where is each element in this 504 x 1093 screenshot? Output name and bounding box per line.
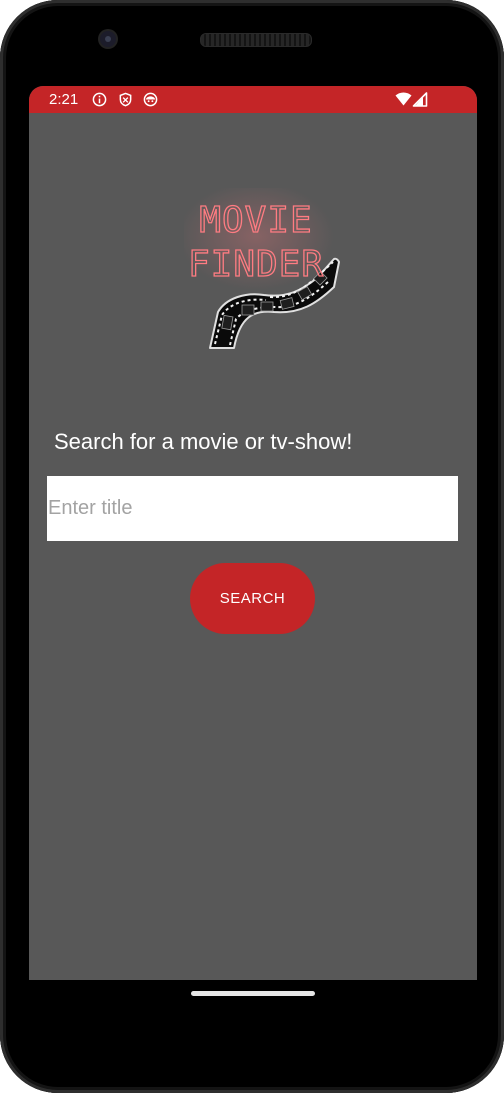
- logo-line-movie: MOVIE: [199, 200, 312, 241]
- wifi-icon: [395, 92, 412, 106]
- phone-frame: 2:21 MOVIE FINDER Search for a movie or …: [0, 0, 504, 1093]
- title-search-input[interactable]: [47, 476, 458, 541]
- earpiece-speaker: [200, 33, 312, 47]
- home-indicator[interactable]: [191, 991, 315, 996]
- shield-icon: [119, 92, 132, 107]
- search-button[interactable]: SEARCH: [190, 563, 315, 634]
- status-time: 2:21: [49, 91, 79, 108]
- front-camera: [100, 31, 116, 47]
- info-icon: [92, 92, 107, 107]
- search-prompt: Search for a movie or tv-show!: [54, 429, 353, 454]
- face-icon: [143, 92, 158, 107]
- cell-signal-icon: [412, 92, 428, 107]
- status-bar: 2:21: [29, 86, 477, 113]
- app-screen: 2:21 MOVIE FINDER Search for a movie or …: [29, 86, 477, 980]
- logo-line-finder: FINDER: [188, 244, 324, 285]
- movie-finder-logo: MOVIE FINDER: [184, 188, 340, 349]
